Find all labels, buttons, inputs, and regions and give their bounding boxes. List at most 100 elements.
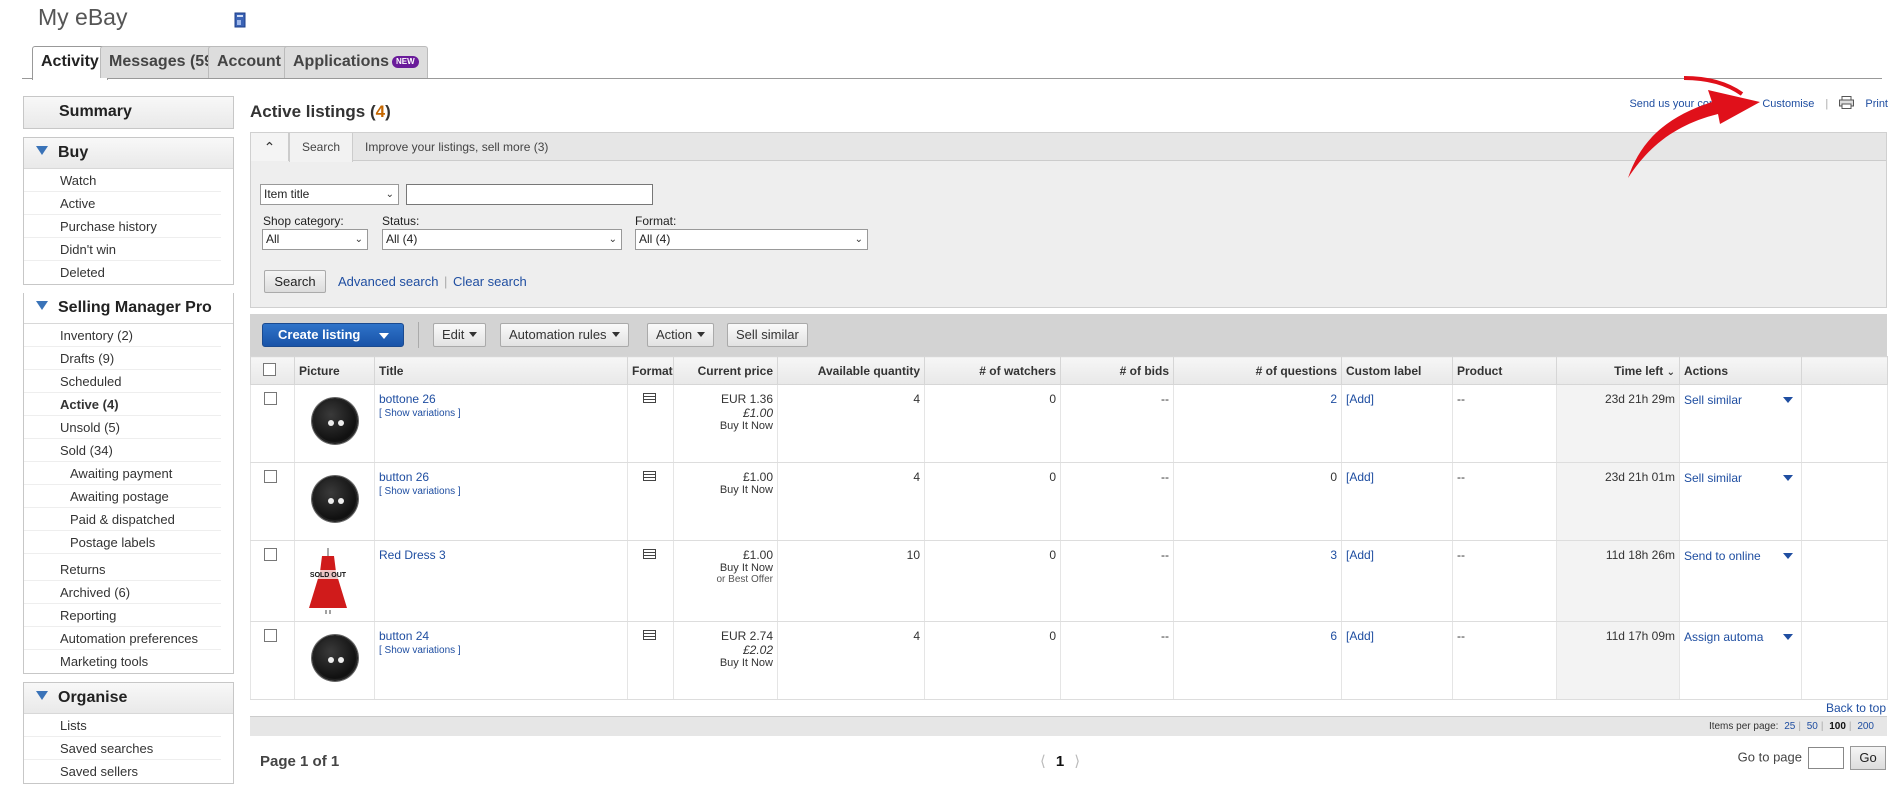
questions-link[interactable]: 2: [1330, 392, 1337, 406]
back-to-top-link[interactable]: Back to top: [1826, 701, 1886, 715]
questions-link[interactable]: 6: [1330, 629, 1337, 643]
col-questions[interactable]: # of questions: [1173, 356, 1342, 385]
item-thumbnail[interactable]: [311, 398, 358, 444]
next-page-icon[interactable]: ⟩: [1074, 753, 1080, 770]
status-select[interactable]: All (4) ⌄: [382, 229, 622, 250]
sidebar-item-deleted[interactable]: Deleted: [24, 261, 221, 284]
page-size-25[interactable]: 25: [1784, 721, 1795, 732]
format-select[interactable]: All (4) ⌄: [635, 229, 868, 250]
add-custom-label-link[interactable]: [Add]: [1346, 470, 1374, 484]
add-custom-label-link[interactable]: [Add]: [1346, 629, 1374, 643]
tab-improve-listings[interactable]: Improve your listings, sell more (3): [353, 133, 560, 161]
row-action-dropdown[interactable]: Sell similar: [1679, 462, 1802, 541]
book-icon[interactable]: [234, 12, 246, 28]
sidebar-item-buy-active[interactable]: Active: [24, 192, 221, 215]
shop-category-select[interactable]: All ⌄: [262, 229, 368, 250]
sidebar-item-automation-preferences[interactable]: Automation preferences: [24, 627, 221, 650]
sidebar-organise-header[interactable]: Organise: [24, 683, 233, 714]
page-size-50[interactable]: 50: [1807, 721, 1818, 732]
goto-page-input[interactable]: [1808, 747, 1844, 769]
row-checkbox[interactable]: [264, 470, 277, 483]
tab-account[interactable]: Account: [208, 46, 290, 78]
sidebar-item-active[interactable]: Active (4): [24, 393, 221, 416]
prev-page-icon[interactable]: ⟨: [1040, 753, 1046, 770]
row-action-dropdown[interactable]: Send to online: [1679, 540, 1802, 622]
advanced-search-link[interactable]: Advanced search: [338, 274, 438, 289]
col-title[interactable]: Title: [374, 356, 628, 385]
sidebar-item-awaiting-postage[interactable]: Awaiting postage: [24, 485, 221, 508]
tab-activity[interactable]: Activity: [32, 46, 108, 80]
search-field-select[interactable]: Item title ⌄: [260, 184, 399, 205]
sidebar-item-drafts[interactable]: Drafts (9): [24, 347, 221, 370]
row-checkbox[interactable]: [264, 392, 277, 405]
status-label: Status:: [382, 214, 420, 228]
sidebar-summary[interactable]: Summary: [24, 97, 233, 128]
sidebar-item-postage-labels[interactable]: Postage labels: [24, 531, 221, 554]
nav-label: Sold: [60, 443, 87, 458]
red-dress-thumbnail[interactable]: SOLD OUT: [305, 548, 351, 614]
sidebar-item-purchase-history[interactable]: Purchase history: [24, 215, 221, 238]
sidebar-item-paid-dispatched[interactable]: Paid & dispatched: [24, 508, 221, 531]
tab-search[interactable]: Search: [289, 133, 354, 162]
row-checkbox[interactable]: [264, 548, 277, 561]
col-watchers[interactable]: # of watchers: [924, 356, 1061, 385]
sidebar-smp-header[interactable]: Selling Manager Pro: [24, 293, 233, 324]
search-input[interactable]: [406, 184, 653, 205]
sidebar-item-scheduled[interactable]: Scheduled: [24, 370, 221, 393]
clear-search-link[interactable]: Clear search: [453, 274, 527, 289]
item-title-link[interactable]: button 26: [379, 470, 429, 484]
col-bids[interactable]: # of bids: [1060, 356, 1174, 385]
add-custom-label-link[interactable]: [Add]: [1346, 392, 1374, 406]
sidebar-item-reporting[interactable]: Reporting: [24, 604, 221, 627]
select-all-checkbox[interactable]: [263, 362, 276, 376]
col-product[interactable]: Product: [1452, 356, 1557, 385]
show-variations-link[interactable]: [ Show variations ]: [379, 486, 623, 497]
row-action-label: Sell similar: [1684, 393, 1743, 407]
row-checkbox[interactable]: [264, 629, 277, 642]
sidebar-item-marketing-tools[interactable]: Marketing tools: [24, 650, 221, 673]
show-variations-link[interactable]: [ Show variations ]: [379, 645, 623, 656]
item-thumbnail[interactable]: [311, 476, 358, 522]
collapse-button[interactable]: ⌃: [251, 133, 289, 161]
item-title-link[interactable]: button 24: [379, 629, 429, 643]
item-thumbnail[interactable]: [311, 635, 358, 681]
current-page[interactable]: 1: [1056, 753, 1064, 770]
create-listing-button[interactable]: Create listing: [262, 323, 404, 347]
item-title-link[interactable]: bottone 26: [379, 392, 436, 406]
row-title-cell: button 24 [ Show variations ]: [374, 621, 628, 700]
go-button[interactable]: Go: [1850, 746, 1886, 770]
print-link[interactable]: Print: [1839, 96, 1888, 110]
row-action-dropdown[interactable]: Assign automa: [1679, 621, 1802, 700]
col-current-price[interactable]: Current price: [673, 356, 778, 385]
sell-similar-button[interactable]: Sell similar: [727, 323, 808, 347]
col-custom-label[interactable]: Custom label: [1341, 356, 1453, 385]
sidebar-buy-header[interactable]: Buy: [24, 138, 233, 169]
page-size-100[interactable]: 100: [1829, 721, 1846, 732]
row-action-dropdown[interactable]: Sell similar: [1679, 384, 1802, 463]
col-format[interactable]: Format: [627, 356, 674, 385]
add-custom-label-link[interactable]: [Add]: [1346, 548, 1374, 562]
edit-button[interactable]: Edit: [433, 323, 487, 347]
sidebar-item-lists[interactable]: Lists: [24, 714, 221, 737]
customise-link[interactable]: Customise: [1762, 98, 1814, 110]
show-variations-link[interactable]: [ Show variations ]: [379, 408, 623, 419]
action-button[interactable]: Action: [647, 323, 715, 347]
sidebar-item-archived[interactable]: Archived (6): [24, 581, 221, 604]
sidebar-item-saved-sellers[interactable]: Saved sellers: [24, 760, 221, 783]
questions-link[interactable]: 3: [1330, 548, 1337, 562]
sidebar-item-inventory[interactable]: Inventory (2): [24, 324, 221, 347]
sidebar-item-awaiting-payment[interactable]: Awaiting payment: [24, 462, 221, 485]
sidebar-item-watch[interactable]: Watch: [24, 169, 221, 192]
page-size-200[interactable]: 200: [1857, 721, 1874, 732]
col-available-quantity[interactable]: Available quantity: [777, 356, 925, 385]
col-time-left[interactable]: Time left ⌄: [1556, 356, 1680, 385]
sidebar-item-sold[interactable]: Sold (34): [24, 439, 221, 462]
sidebar-item-saved-searches[interactable]: Saved searches: [24, 737, 221, 760]
automation-rules-button[interactable]: Automation rules: [500, 323, 629, 347]
sidebar-item-returns[interactable]: Returns: [24, 558, 221, 581]
sidebar-item-unsold[interactable]: Unsold (5): [24, 416, 221, 439]
tab-applications[interactable]: Applications NEW: [284, 46, 428, 78]
sidebar-item-didnt-win[interactable]: Didn't win: [24, 238, 221, 261]
item-title-link[interactable]: Red Dress 3: [379, 548, 446, 562]
search-button[interactable]: Search: [264, 270, 326, 293]
